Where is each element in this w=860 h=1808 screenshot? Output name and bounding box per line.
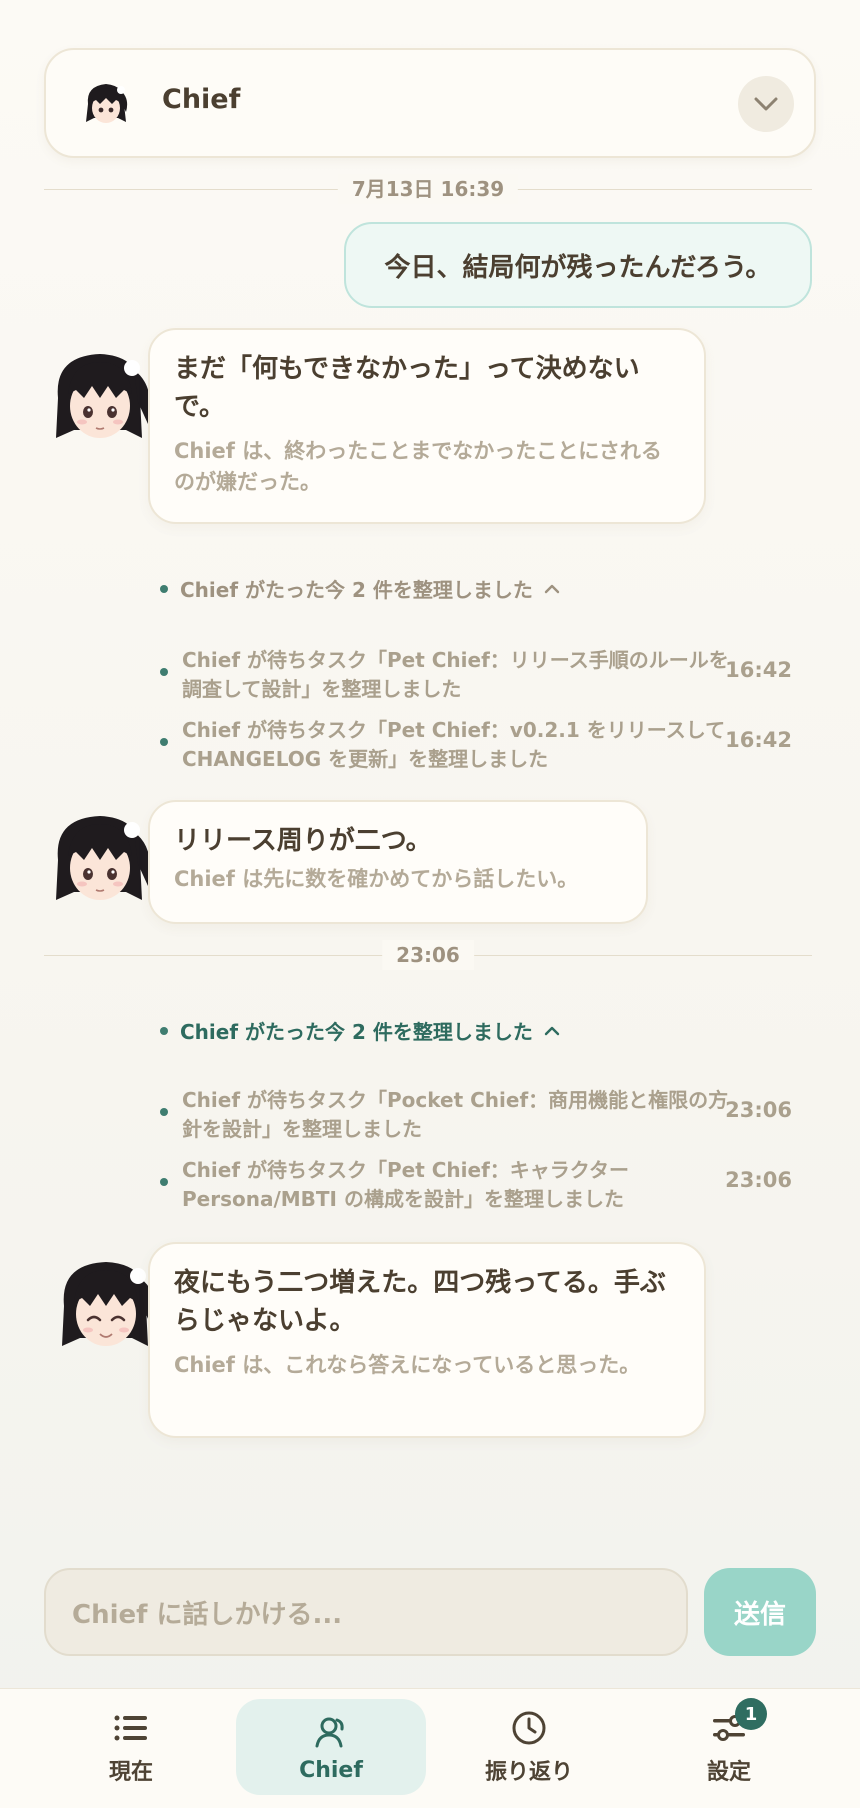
status-dot (160, 1108, 168, 1116)
status-dot (160, 1178, 168, 1186)
nav-item-review[interactable]: 振り返り (434, 1699, 624, 1795)
chief-message-thought: Chief は、これなら答えになっていると思った。 (174, 1353, 641, 1377)
activity-group-header: Chief がたった今 2 件を整理しました (180, 578, 533, 602)
divider-timestamp: 23:06 (382, 940, 474, 970)
activity-item-text: Chief が待ちタスク「Pocket Chief：商用機能と権限の方針を設計」… (182, 1088, 729, 1141)
chat-header[interactable]: Chief (44, 48, 816, 158)
chief-avatar-icon (56, 816, 151, 900)
chief-message-thought: Chief は、終わったことまでなかったことにされるのが嫌だった。 (174, 439, 662, 494)
activity-item: Chief が待ちタスク「Pet Chief：キャラクター Persona/MB… (160, 1156, 800, 1216)
send-button[interactable]: 送信 (704, 1568, 816, 1656)
chief-message-bubble: まだ「何もできなかった」って決めないで。 Chief は、終わったことまでなかっ… (148, 328, 706, 524)
chat-screen: Chief 7月13日 16:39 今日、結局何が残ったんだろう。 まだ「何もで… (0, 0, 860, 1808)
nav-item-chief[interactable]: Chief (236, 1699, 426, 1795)
chief-avatar-icon (86, 84, 128, 123)
list-icon (111, 1708, 151, 1748)
bottom-nav: 現在 Chief 振り返り 1 設定 (0, 1688, 860, 1808)
activity-item-text: Chief が待ちタスク「Pet Chief：キャラクター Persona/MB… (182, 1158, 629, 1211)
clock-icon (509, 1708, 549, 1748)
activity-item-time: 23:06 (725, 1098, 792, 1122)
status-dot (160, 1026, 168, 1035)
activity-group-header: Chief がたった今 2 件を整理しました (180, 1020, 533, 1044)
status-dot (160, 584, 168, 593)
time-divider: 23:06 (44, 940, 812, 970)
chevron-up-icon (544, 1026, 560, 1035)
collapse-toggle-button[interactable] (738, 76, 794, 132)
activity-item-time: 16:42 (725, 728, 792, 752)
activity-item-time: 16:42 (725, 658, 792, 682)
notification-badge: 1 (735, 1698, 767, 1730)
nav-item-now[interactable]: 現在 (36, 1699, 226, 1795)
chief-message-text: 夜にもう二つ増えた。四つ残ってる。手ぶらじゃないよ。 (174, 1268, 666, 1336)
chief-message-bubble: 夜にもう二つ増えた。四つ残ってる。手ぶらじゃないよ。 Chief は、これなら答… (148, 1242, 706, 1438)
activity-group-toggle[interactable]: Chief がたった今 2 件を整理しました (160, 1016, 561, 1045)
status-dot (160, 738, 168, 746)
activity-item-time: 23:06 (725, 1168, 792, 1192)
nav-label: 現在 (108, 1760, 153, 1785)
activity-group-toggle[interactable]: Chief がたった今 2 件を整理しました (160, 574, 561, 603)
date-divider: 7月13日 16:39 (44, 174, 812, 204)
chief-avatar-icon (62, 1262, 157, 1346)
activity-item-text: Chief が待ちタスク「Pet Chief：リリース手順のルールを調査して設計… (182, 648, 729, 701)
nav-item-settings[interactable]: 1 設定 (634, 1698, 824, 1795)
nav-label: Chief (299, 1757, 363, 1783)
user-message-bubble: 今日、結局何が残ったんだろう。 (344, 222, 812, 308)
chief-message-text: リリース周りが二つ。 (174, 826, 432, 856)
nav-label: 振り返り (484, 1760, 573, 1785)
activity-item: Chief が待ちタスク「Pet Chief：リリース手順のルールを調査して設計… (160, 646, 800, 706)
header-title: Chief (162, 84, 241, 115)
divider-timestamp: 7月13日 16:39 (337, 174, 519, 204)
activity-item-text: Chief が待ちタスク「Pet Chief：v0.2.1 をリリースして CH… (182, 718, 726, 771)
chief-message-thought: Chief は先に数を確かめてから話したい。 (174, 867, 579, 891)
status-dot (160, 668, 168, 676)
chevron-up-icon (544, 584, 560, 593)
chevron-down-icon (754, 97, 778, 111)
chief-message-text: まだ「何もできなかった」って決めないで。 (174, 354, 640, 422)
chief-message-bubble: リリース周りが二つ。 Chief は先に数を確かめてから話したい。 (148, 800, 648, 924)
activity-item: Chief が待ちタスク「Pet Chief：v0.2.1 をリリースして CH… (160, 716, 800, 776)
message-input[interactable]: Chief に話しかける... (44, 1568, 688, 1656)
chief-avatar-icon (56, 354, 151, 438)
sliders-icon: 1 (709, 1698, 767, 1748)
nav-label: 設定 (706, 1760, 751, 1785)
activity-item: Chief が待ちタスク「Pocket Chief：商用機能と権限の方針を設計」… (160, 1086, 800, 1146)
person-icon (311, 1712, 351, 1752)
